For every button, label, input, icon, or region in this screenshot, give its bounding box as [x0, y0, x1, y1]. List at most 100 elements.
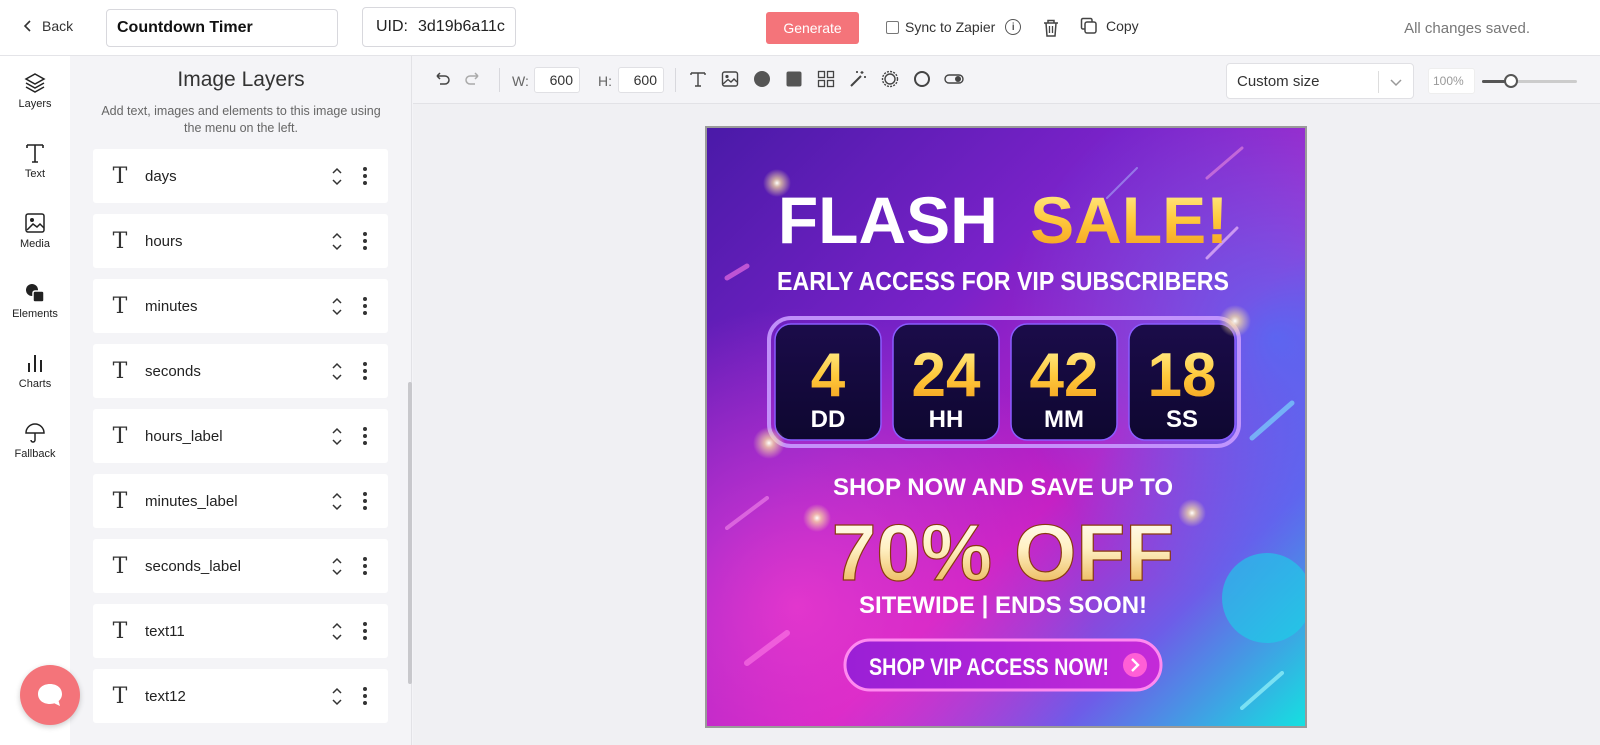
rail-item-media[interactable]: Media [0, 196, 70, 266]
reorder-handle[interactable] [330, 167, 344, 186]
headline-gold: SALE! [1030, 183, 1228, 257]
rail-item-elements[interactable]: Elements [0, 266, 70, 336]
chevron-down-icon [332, 568, 342, 575]
layer-row[interactable]: Thours [93, 214, 388, 268]
more-options-icon[interactable] [360, 232, 370, 250]
reorder-handle[interactable] [330, 297, 344, 316]
layer-row[interactable]: Tseconds_label [93, 539, 388, 593]
toolbar-divider [675, 68, 676, 92]
add-image-button[interactable] [719, 68, 741, 90]
add-grid-button[interactable] [815, 68, 837, 90]
size-preset-select[interactable]: Custom size [1226, 63, 1414, 99]
headline-white: FLASH [778, 183, 998, 257]
more-options-icon[interactable] [360, 557, 370, 575]
text-layer-icon: T [112, 293, 128, 319]
copy-icon [1080, 17, 1097, 34]
layer-row[interactable]: Tdays [93, 149, 388, 203]
text-layer-icon: T [112, 618, 128, 644]
uid-display[interactable]: UID: 3d19b6a11c [362, 7, 516, 47]
rail-label: Elements [12, 308, 58, 320]
editor-toolbar: W: H: Custom size 100% [413, 56, 1600, 104]
more-options-icon[interactable] [360, 362, 370, 380]
layer-name: text11 [145, 622, 185, 640]
grid-icon [817, 70, 835, 88]
layer-row[interactable]: Ttext12 [93, 669, 388, 723]
trash-icon[interactable] [1042, 18, 1060, 38]
zoom-slider-knob[interactable] [1503, 74, 1518, 88]
left-rail: Layers Text Media Elements Charts Fallba… [0, 56, 70, 745]
rail-item-charts[interactable]: Charts [0, 336, 70, 406]
text-layer-icon: T [112, 228, 128, 254]
rail-item-layers[interactable]: Layers [0, 56, 70, 126]
width-input[interactable] [534, 67, 580, 93]
add-rectangle-button[interactable] [783, 68, 805, 90]
flash-sale-artwork: FLASH SALE! EARLY ACCESS FOR VIP SUBSCRI… [707, 128, 1305, 726]
layer-row[interactable]: Thours_label [93, 409, 388, 463]
sparkle [1219, 305, 1251, 337]
reorder-handle[interactable] [330, 687, 344, 706]
text-icon [690, 72, 706, 87]
chevron-left-icon [23, 20, 31, 32]
back-button[interactable]: Back [22, 18, 73, 34]
size-preset-value: Custom size [1237, 72, 1320, 90]
design-canvas[interactable]: FLASH SALE! EARLY ACCESS FOR VIP SUBSCRI… [705, 126, 1307, 728]
sync-label: Sync to Zapier [905, 19, 996, 35]
chevron-up-icon [332, 687, 342, 694]
rail-item-fallback[interactable]: Fallback [0, 406, 70, 476]
layer-name: hours [145, 232, 183, 250]
more-options-icon[interactable] [360, 492, 370, 510]
reorder-handle[interactable] [330, 557, 344, 576]
add-badge-button[interactable] [879, 68, 901, 90]
text-layer-icon: T [112, 358, 128, 384]
layer-row[interactable]: Tseconds [93, 344, 388, 398]
panel-scrollbar[interactable] [408, 382, 412, 684]
more-options-icon[interactable] [360, 167, 370, 185]
rectangle-icon [786, 71, 802, 87]
more-options-icon[interactable] [360, 427, 370, 445]
chat-bubble-icon [38, 684, 62, 706]
redo-button[interactable] [462, 68, 484, 90]
copy-button[interactable]: Copy [1080, 17, 1139, 35]
reorder-handle[interactable] [330, 427, 344, 446]
chevron-up-icon [332, 232, 342, 239]
template-name-input[interactable] [106, 9, 338, 47]
save-status: All changes saved. [1404, 20, 1530, 37]
reorder-handle[interactable] [330, 622, 344, 641]
chevron-up-icon [332, 362, 342, 369]
rail-item-text[interactable]: Text [0, 126, 70, 196]
countdown-label: DD [811, 406, 846, 433]
layer-row[interactable]: Ttext11 [93, 604, 388, 658]
layer-row[interactable]: Tminutes_label [93, 474, 388, 528]
chevron-down-icon [332, 243, 342, 250]
back-label: Back [42, 18, 74, 34]
zoom-value[interactable]: 100% [1428, 68, 1475, 94]
countdown-value: 24 [912, 341, 981, 410]
rail-label: Charts [18, 378, 52, 390]
reorder-handle[interactable] [330, 362, 344, 381]
reorder-handle[interactable] [330, 232, 344, 251]
sync-to-zapier[interactable]: Sync to Zapier i [886, 19, 1022, 35]
redo-icon [465, 72, 479, 85]
panel-title: Image Layers [177, 68, 305, 91]
add-circle-button[interactable] [751, 68, 773, 90]
reorder-handle[interactable] [330, 492, 344, 511]
zoom-slider[interactable] [1482, 74, 1577, 88]
chevron-up-icon [332, 427, 342, 434]
more-options-icon[interactable] [360, 622, 370, 640]
more-options-icon[interactable] [360, 687, 370, 705]
info-icon[interactable]: i [1005, 19, 1022, 35]
undo-button[interactable] [431, 68, 453, 90]
generate-button[interactable]: Generate [766, 12, 859, 44]
subhead: EARLY ACCESS FOR VIP SUBSCRIBERS [777, 266, 1229, 296]
add-ring-button[interactable] [911, 68, 933, 90]
chat-button[interactable] [20, 665, 80, 725]
chevron-down-icon [332, 503, 342, 510]
sync-checkbox[interactable] [886, 20, 899, 34]
height-input[interactable] [618, 67, 664, 93]
layer-row[interactable]: Tminutes [93, 279, 388, 333]
magic-wand-button[interactable] [847, 68, 869, 90]
more-options-icon[interactable] [360, 297, 370, 315]
add-text-button[interactable] [687, 68, 709, 90]
add-toggle-button[interactable] [943, 68, 965, 90]
text-layer-icon: T [112, 163, 128, 189]
